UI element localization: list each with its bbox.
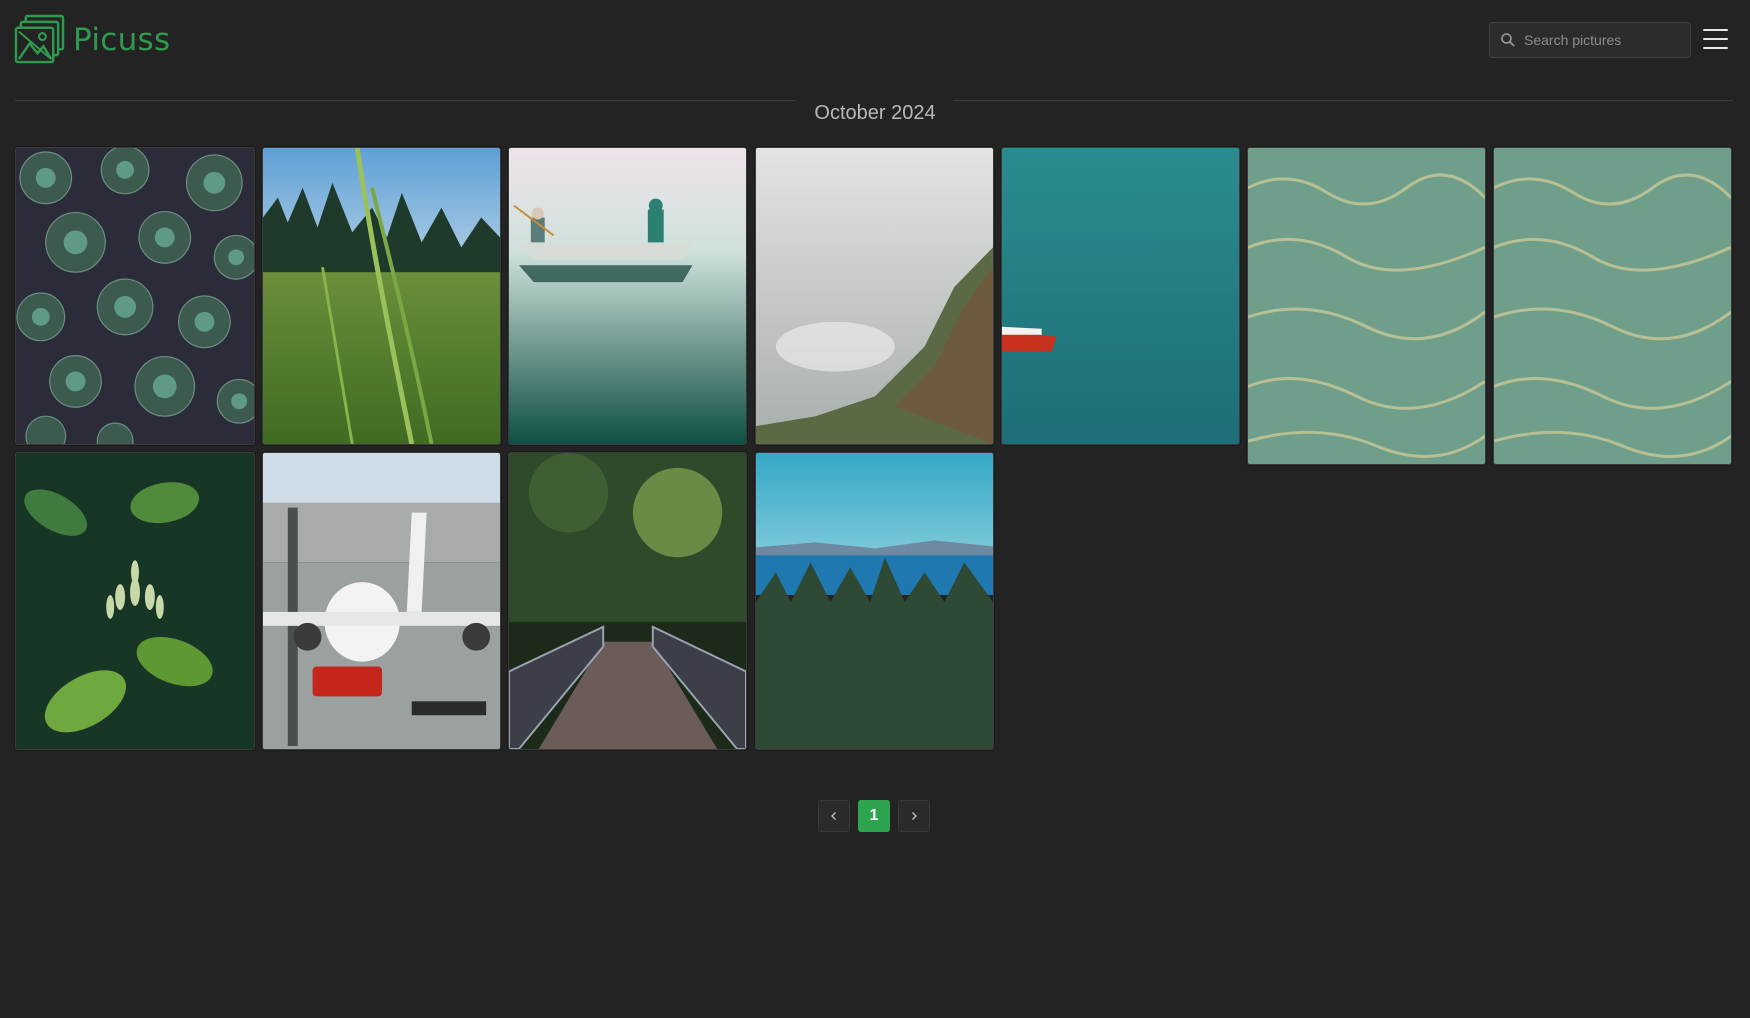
forest-lake-image [756, 453, 993, 749]
succulents-image [16, 148, 254, 444]
hamburger-menu-icon[interactable] [1703, 29, 1728, 51]
photo-thumbnail-clear-water-1[interactable] [1247, 147, 1486, 465]
app-logo[interactable]: Picuss [14, 14, 170, 65]
leaves-image [16, 453, 254, 749]
photo-thumbnail-forest-lake[interactable] [755, 452, 994, 750]
airplane-image [263, 453, 500, 749]
previous-page-button[interactable] [818, 800, 850, 832]
chevron-right-icon [912, 812, 917, 820]
photo-thumbnail-succulents[interactable] [15, 147, 255, 445]
section-title: October 2024 [814, 102, 936, 124]
photo-thumbnail-airplane[interactable] [262, 452, 501, 750]
search-input[interactable] [1524, 23, 1684, 57]
grass-image [263, 148, 500, 444]
header: Picuss [0, 0, 1750, 80]
page-1-button[interactable]: 1 [858, 800, 890, 832]
foggy-cliff-image [756, 148, 993, 444]
section-divider-left [15, 100, 796, 101]
photo-thumbnail-canoe[interactable] [508, 147, 747, 445]
section-divider-right [953, 100, 1733, 101]
photo-thumbnail-bridge[interactable] [508, 452, 747, 750]
search-box[interactable] [1489, 22, 1691, 58]
photo-thumbnail-red-boat[interactable] [1001, 147, 1240, 445]
red-boat-image [1002, 148, 1239, 444]
chevron-left-icon [831, 812, 836, 820]
next-page-button[interactable] [898, 800, 930, 832]
search-icon [1501, 33, 1515, 47]
photo-thumbnail-grass[interactable] [262, 147, 501, 445]
clear-water-image [1248, 148, 1485, 464]
pagination: 1 [818, 800, 930, 832]
photo-thumbnail-foggy-cliff[interactable] [755, 147, 994, 445]
logo-icon [14, 14, 65, 64]
photo-thumbnail-leaves[interactable] [15, 452, 255, 750]
canoe-image [509, 148, 746, 444]
photo-thumbnail-clear-water-2[interactable] [1493, 147, 1732, 465]
app-name: Picuss [73, 21, 171, 58]
clear-water-image [1494, 148, 1731, 464]
bridge-image [509, 453, 746, 749]
